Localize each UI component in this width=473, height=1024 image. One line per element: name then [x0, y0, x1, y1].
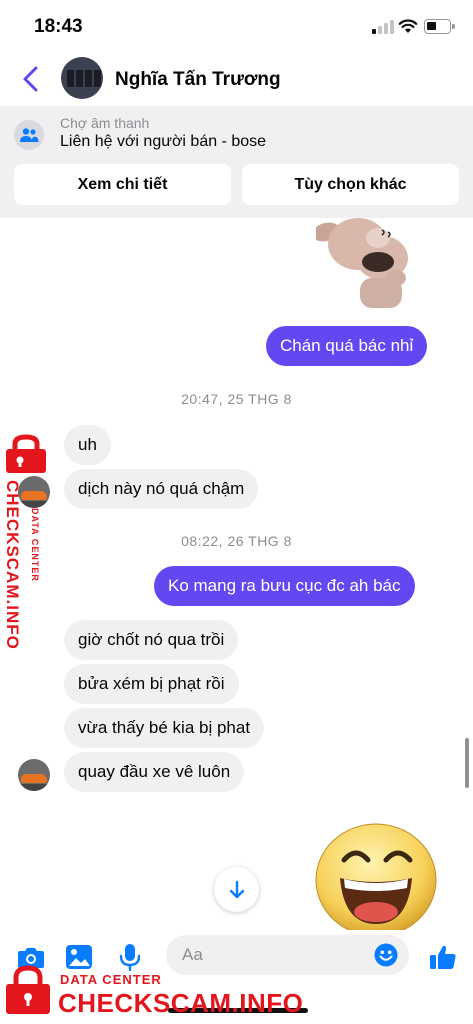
message-bubble-incoming[interactable]: vừa thấy bé kia bị phat	[64, 708, 265, 748]
watermark-brand: CHECKSCAM.INFO	[58, 988, 304, 1018]
scroll-to-bottom-button[interactable]	[214, 867, 259, 912]
marketplace-banner: Chợ âm thanh Liên hệ với người bán - bos…	[0, 106, 473, 218]
message-timestamp: 08:22, 26 THG 8	[181, 533, 292, 549]
message-input[interactable]	[182, 935, 362, 975]
message-bubble-outgoing[interactable]: Chán quá bác nhỉ	[266, 326, 428, 366]
message-box	[166, 935, 409, 975]
photo-icon[interactable]	[64, 942, 94, 972]
lock-icon	[6, 434, 46, 473]
emoji-icon[interactable]	[374, 943, 398, 967]
message-bubble-incoming[interactable]: giờ chốt nó qua trồi	[64, 620, 239, 660]
message-timestamp: 20:47, 25 THG 8	[181, 391, 292, 407]
view-details-button[interactable]: Xem chi tiết	[14, 164, 231, 205]
watermark-label: DATA CENTER	[60, 972, 162, 987]
watermark-label-vertical: DATA CENTER	[30, 508, 40, 582]
battery-icon	[424, 19, 455, 34]
banner-subtitle: Chợ âm thanh	[60, 115, 150, 131]
message-bubble-incoming[interactable]: uh	[64, 425, 111, 465]
contact-name[interactable]: Nghĩa Tấn Trương	[115, 69, 281, 91]
message-bubble-incoming[interactable]: dịch này nó quá chậm	[64, 469, 259, 509]
message-bubble-incoming[interactable]: bửa xém bị phạt rồi	[64, 664, 239, 704]
thumbs-up-icon[interactable]	[428, 942, 458, 972]
lock-icon	[6, 965, 50, 1014]
laughing-emoji-sticker[interactable]	[314, 822, 438, 930]
message-bubble-outgoing[interactable]: Ko mang ra bưu cục đc ah bác	[154, 566, 415, 606]
back-button[interactable]	[18, 64, 46, 94]
status-time: 18:43	[34, 16, 83, 37]
contact-avatar[interactable]	[61, 57, 103, 99]
more-options-button[interactable]: Tùy chọn khác	[242, 164, 459, 205]
wifi-icon	[398, 19, 418, 33]
scrollbar[interactable]	[465, 738, 469, 788]
signal-icon	[372, 20, 394, 34]
banner-title: Liên hệ với người bán - bose	[60, 133, 267, 150]
sender-avatar[interactable]	[18, 476, 50, 508]
chat-header: Nghĩa Tấn Trương	[0, 52, 473, 106]
watermark-brand-vertical: CHECKSCAM.INFO	[3, 480, 22, 650]
message-bubble-incoming[interactable]: quay đầu xe vê luôn	[64, 752, 245, 792]
arrow-down-icon	[229, 880, 244, 898]
dog-sticker[interactable]	[316, 218, 416, 310]
status-bar: 18:43	[0, 0, 473, 52]
sender-avatar[interactable]	[18, 759, 50, 791]
microphone-icon[interactable]	[115, 942, 145, 972]
group-icon	[14, 120, 44, 150]
